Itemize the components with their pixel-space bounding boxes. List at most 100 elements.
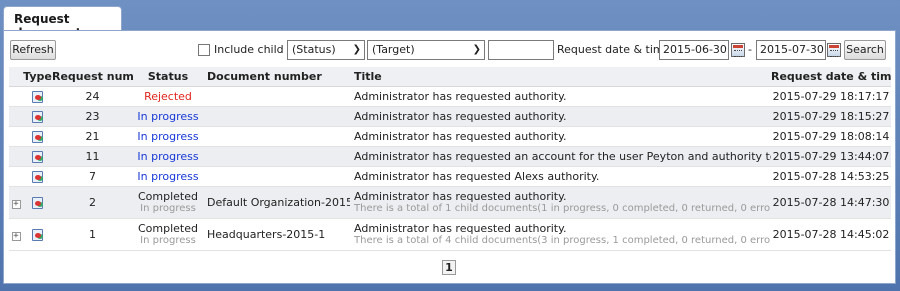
document-type-icon [32,150,43,163]
column-header-status[interactable]: Status [133,67,203,87]
refresh-button[interactable]: Refresh [10,40,56,60]
table-row[interactable]: + 1 Completed In progress Headquarters-2… [9,218,891,251]
document-type-icon [32,130,43,143]
date-separator: - [748,43,752,56]
status-cell: Rejected [133,86,203,107]
type-cell [23,106,52,127]
status-cell: Completed In progress [133,218,203,251]
calendar-icon[interactable] [827,43,841,57]
datetime-cell: 2015-07-28 14:45:02 [771,218,891,251]
column-header-type[interactable]: Type [23,67,52,87]
document-number-cell: Default Organization-2015-2 [203,186,350,219]
expand-toggle-icon[interactable]: + [11,231,21,241]
column-header-expand [9,67,23,87]
title-main: Administrator has requested authority. [354,222,567,235]
request-number-cell: 7 [52,166,133,187]
document-type-icon [32,228,43,241]
datetime-cell: 2015-07-29 18:17:17 [771,86,891,107]
title-cell[interactable]: Administrator has requested authority. [350,86,771,107]
datetime-cell: 2015-07-29 13:44:07 [771,146,891,167]
window-frame: Request document Refresh Include child (… [0,0,900,291]
table-row[interactable]: 7 In progress Administrator has requeste… [9,166,891,187]
main-panel: Refresh Include child (Status) ❯ (Target… [3,30,896,284]
target-select[interactable]: (Target) ❯ [367,40,485,60]
request-number-cell: 24 [52,86,133,107]
document-number-cell [203,146,350,167]
date-range-label: Request date & time [557,43,671,56]
expand-cell [9,86,23,107]
type-cell [23,186,52,219]
table-row[interactable]: 24 Rejected Administrator has requested … [9,86,891,107]
title-cell[interactable]: Administrator has requested authority. [350,126,771,147]
status-select[interactable]: (Status) ❯ [287,40,365,60]
pagination-page-button[interactable]: 1 [442,260,456,275]
target-select-value: (Target) [372,43,415,56]
tab-request-document[interactable]: Request document [3,6,122,40]
datetime-cell: 2015-07-29 18:08:14 [771,126,891,147]
include-child-checkbox[interactable] [198,44,210,56]
toolbar: Refresh Include child (Status) ❯ (Target… [4,40,895,62]
title-cell[interactable]: Administrator has requested an account f… [350,146,771,167]
request-number-cell: 23 [52,106,133,127]
title-sub: There is a total of 1 child documents(1 … [354,203,771,214]
request-number-cell: 2 [52,186,133,219]
datetime-cell: 2015-07-28 14:47:30 [771,186,891,219]
expand-cell [9,146,23,167]
chevron-down-icon: ❯ [352,44,361,55]
status-cell: In progress [133,146,203,167]
column-header-datetime[interactable]: Request date & time [771,67,891,87]
document-type-icon [32,90,43,103]
table-row[interactable]: + 2 Completed In progress Default Organi… [9,186,891,219]
status-sub: In progress [140,203,196,214]
title-sub: There is a total of 4 child documents(3 … [354,235,771,246]
title-main: Administrator has requested authority. [354,190,567,203]
include-child-label: Include child [214,43,284,56]
datetime-cell: 2015-07-28 14:53:25 [771,166,891,187]
document-type-icon [32,110,43,123]
table-row[interactable]: 11 In progress Administrator has request… [9,146,891,167]
title-cell[interactable]: Administrator has requested authority. [350,106,771,127]
title-cell[interactable]: Administrator has requested Alexs author… [350,166,771,187]
expand-cell [9,166,23,187]
status-main: Completed [138,222,198,235]
document-number-cell [203,106,350,127]
datetime-cell: 2015-07-29 18:15:27 [771,106,891,127]
date-from-input[interactable]: 2015-06-30 [659,40,729,60]
status-cell: In progress [133,126,203,147]
title-cell[interactable]: Administrator has requested authority. T… [350,186,771,219]
date-to-input[interactable]: 2015-07-30 [756,40,826,60]
status-cell: Completed In progress [133,186,203,219]
expand-cell [9,106,23,127]
table-row[interactable]: 23 In progress Administrator has request… [9,106,891,127]
search-button[interactable]: Search [844,40,886,60]
type-cell [23,86,52,107]
expand-toggle-icon[interactable]: + [11,199,21,209]
document-type-icon [32,196,43,209]
status-cell: In progress [133,166,203,187]
document-number-cell [203,126,350,147]
request-number-cell: 11 [52,146,133,167]
status-cell: In progress [133,106,203,127]
document-number-cell: Headquarters-2015-1 [203,218,350,251]
type-cell [23,146,52,167]
document-type-icon [32,170,43,183]
title-cell[interactable]: Administrator has requested authority. T… [350,218,771,251]
column-header-title[interactable]: Title [350,67,771,87]
table-header-row: Type Request number Status Document numb… [9,67,891,87]
request-table: Type Request number Status Document numb… [9,67,891,251]
table-row[interactable]: 21 In progress Administrator has request… [9,126,891,147]
request-number-cell: 1 [52,218,133,251]
expand-cell: + [9,186,23,219]
expand-cell: + [9,218,23,251]
column-header-document-number[interactable]: Document number [203,67,350,87]
calendar-icon[interactable] [731,43,745,57]
document-number-cell [203,166,350,187]
status-main: Completed [138,190,198,203]
column-header-request-number[interactable]: Request number [52,67,133,87]
type-cell [23,218,52,251]
document-number-cell [203,86,350,107]
keyword-input[interactable] [488,40,554,60]
status-sub: In progress [140,235,196,246]
type-cell [23,126,52,147]
request-number-cell: 21 [52,126,133,147]
